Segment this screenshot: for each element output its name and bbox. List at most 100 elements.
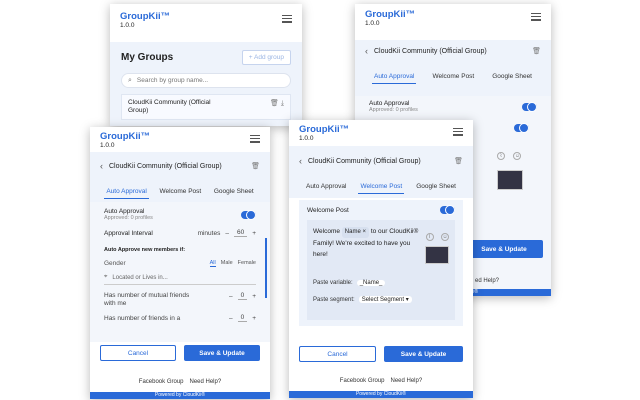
save-update-button[interactable]: Save & Update bbox=[465, 240, 543, 258]
tab-google-sheet[interactable]: Google Sheet bbox=[414, 180, 458, 194]
save-update-button[interactable]: Save & Update bbox=[384, 346, 463, 362]
mutual-friends-value[interactable]: 0 bbox=[237, 292, 248, 300]
interval-unit: minutes bbox=[197, 229, 221, 237]
increment-button[interactable]: + bbox=[252, 230, 256, 237]
facebook-group-link[interactable]: Facebook Group bbox=[139, 379, 184, 385]
welcome-post-toggle[interactable] bbox=[440, 205, 455, 215]
brand-block: GroupKii™ 1.0.0 bbox=[299, 125, 349, 143]
friends-count-stepper[interactable]: – 0 + bbox=[229, 314, 256, 322]
mutual-friends-row: Has number of mutual friends with me – 0… bbox=[104, 292, 256, 308]
group-card[interactable]: CloudKii Community (Official Group) 🗑 ⤓ bbox=[121, 94, 291, 120]
emoji-icon[interactable]: ☺ bbox=[513, 152, 522, 160]
chevron-down-icon: ▾ bbox=[405, 297, 409, 303]
name-variable-chip[interactable]: Name × bbox=[341, 227, 369, 238]
tab-welcome-post[interactable]: Welcome Post bbox=[157, 185, 203, 199]
paperclip-icon[interactable]: ⌇ bbox=[497, 152, 505, 160]
attached-image-thumbnail bbox=[425, 246, 449, 264]
interval-stepper[interactable]: minutes – 60 + bbox=[198, 229, 256, 237]
group-title: CloudKii Community (Official Group) bbox=[109, 162, 222, 170]
increment-button[interactable]: + bbox=[252, 293, 256, 300]
auto-approval-title: Auto Approval bbox=[104, 208, 145, 215]
mutual-friends-stepper[interactable]: – 0 + bbox=[229, 292, 256, 300]
segment-select[interactable]: Select Segment ▾ bbox=[358, 296, 412, 303]
chevron-left-icon[interactable]: ‹ bbox=[299, 156, 302, 166]
brand-block: GroupKii™ 1.0.0 bbox=[100, 132, 150, 150]
approval-interval-row: Approval Interval minutes – 60 + bbox=[104, 229, 256, 237]
trash-icon[interactable]: 🗑 bbox=[270, 100, 279, 107]
friends-count-value[interactable]: 0 bbox=[237, 314, 248, 322]
welcome-post-row: Welcome Post bbox=[307, 205, 455, 215]
search-placeholder: Search by group name... bbox=[136, 77, 209, 84]
hamburger-icon[interactable] bbox=[453, 125, 463, 138]
increment-button[interactable]: + bbox=[252, 315, 256, 322]
welcome-post-panel: GroupKii™ 1.0.0 ‹ CloudKii Community (Off… bbox=[289, 120, 473, 398]
download-icon[interactable]: ⤓ bbox=[281, 100, 284, 107]
brand-name: GroupKii™ bbox=[120, 11, 171, 22]
welcome-message-editor[interactable]: Welcome Name × to our CloudKii® Family! … bbox=[307, 220, 455, 320]
add-group-button[interactable]: + Add group bbox=[241, 50, 291, 65]
search-input[interactable]: ⌕ Search by group name... bbox=[121, 73, 291, 88]
emoji-icon[interactable]: ☺ bbox=[441, 233, 449, 241]
tab-welcome-post[interactable]: Welcome Post bbox=[358, 180, 405, 194]
tab-bar: Auto Approval Welcome Post Google Sheet bbox=[365, 70, 541, 84]
gender-option-male[interactable]: Male bbox=[221, 260, 233, 267]
decrement-button[interactable]: – bbox=[229, 293, 233, 300]
decrement-button[interactable]: – bbox=[225, 230, 229, 237]
tab-google-sheet[interactable]: Google Sheet bbox=[490, 70, 534, 84]
decrement-button[interactable]: – bbox=[229, 315, 233, 322]
hamburger-icon[interactable] bbox=[531, 10, 541, 23]
location-input[interactable]: ⌖ Located or Lives in... bbox=[104, 274, 256, 285]
tab-auto-approval[interactable]: Auto Approval bbox=[371, 70, 417, 84]
name-chip-label: Name bbox=[344, 229, 361, 235]
groups-title-row: My Groups + Add group bbox=[121, 50, 291, 65]
gender-option-female[interactable]: Female bbox=[238, 260, 256, 267]
brand-name: GroupKii™ bbox=[299, 124, 350, 135]
close-icon[interactable]: × bbox=[362, 229, 366, 235]
chevron-left-icon[interactable]: ‹ bbox=[100, 161, 103, 171]
tab-auto-approval[interactable]: Auto Approval bbox=[104, 185, 149, 199]
trash-icon[interactable]: 🗑 bbox=[454, 157, 463, 165]
tab-google-sheet[interactable]: Google Sheet bbox=[212, 185, 256, 199]
brand-name: GroupKii™ bbox=[365, 9, 416, 20]
paperclip-icon[interactable]: ⌇ bbox=[425, 233, 434, 241]
cancel-button[interactable]: Cancel bbox=[100, 345, 176, 361]
footer-links: Facebook Group Need Help? bbox=[289, 378, 473, 384]
scrollbar[interactable] bbox=[265, 238, 267, 298]
auto-approval-row: Auto Approval Approved: 0 profiles bbox=[369, 100, 537, 113]
group-title-bar: ‹ CloudKii Community (Official Group) 🗑 bbox=[299, 156, 463, 166]
search-icon: ⌕ bbox=[128, 76, 132, 84]
trash-icon[interactable]: 🗑 bbox=[251, 162, 260, 170]
powered-by-bar: Powered by CloudKii® bbox=[289, 391, 473, 398]
auto-approval-row: Auto Approval Approved: 0 profiles bbox=[104, 208, 256, 221]
trash-icon[interactable]: 🗑 bbox=[532, 47, 541, 55]
hamburger-icon[interactable] bbox=[250, 132, 260, 145]
header: GroupKii™ 1.0.0 bbox=[110, 4, 302, 36]
save-update-button[interactable]: Save & Update bbox=[184, 345, 260, 361]
powered-by-bar: Powered by CloudKii® bbox=[90, 392, 270, 399]
cancel-button[interactable]: Cancel bbox=[299, 346, 377, 362]
tab-welcome-post[interactable]: Welcome Post bbox=[430, 70, 476, 84]
need-help-link[interactable]: ed Help? bbox=[475, 278, 499, 284]
paste-segment-row: Paste segment: Select Segment ▾ bbox=[313, 296, 412, 303]
brand-version: 1.0.0 bbox=[299, 135, 314, 142]
group-card-name: CloudKii Community (Official Group) bbox=[128, 99, 211, 114]
hamburger-icon[interactable] bbox=[282, 12, 292, 25]
need-help-link[interactable]: Need Help? bbox=[391, 378, 423, 384]
gender-option-all[interactable]: All bbox=[209, 260, 216, 267]
approval-interval-label: Approval Interval bbox=[104, 229, 153, 237]
gender-label: Gender bbox=[104, 260, 126, 267]
need-help-link[interactable]: Need Help? bbox=[190, 379, 222, 385]
facebook-group-link[interactable]: Facebook Group bbox=[340, 378, 385, 384]
tab-auto-approval[interactable]: Auto Approval bbox=[304, 180, 348, 194]
chevron-left-icon[interactable]: ‹ bbox=[365, 46, 368, 56]
approved-count: Approved: 0 profiles bbox=[104, 215, 153, 221]
action-buttons: Cancel Save & Update bbox=[100, 345, 260, 361]
friends-count-row: Has number of friends in a – 0 + bbox=[104, 314, 256, 322]
auto-approval-toggle[interactable] bbox=[522, 101, 537, 112]
welcome-post-toggle[interactable] bbox=[514, 123, 529, 133]
interval-value[interactable]: 60 bbox=[233, 229, 248, 237]
auto-approval-toggle[interactable] bbox=[241, 209, 256, 220]
tab-bar: Auto Approval Welcome Post Google Sheet bbox=[100, 185, 260, 199]
paste-variable-chip[interactable]: _Name_ bbox=[356, 280, 386, 286]
group-title: CloudKii Community (Official Group) bbox=[308, 157, 421, 165]
